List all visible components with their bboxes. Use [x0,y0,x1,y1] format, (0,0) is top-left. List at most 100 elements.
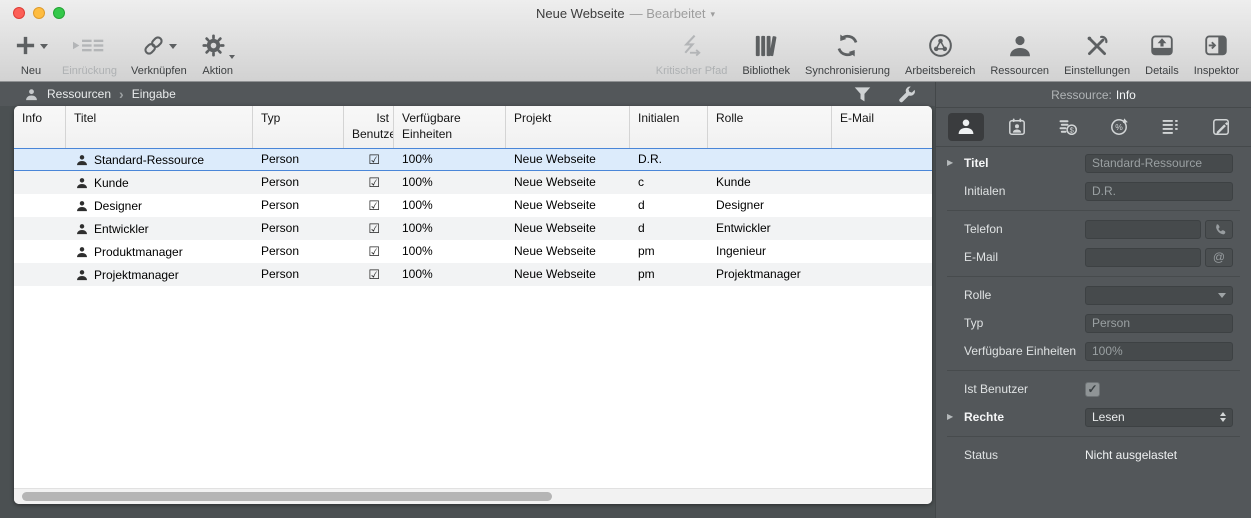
table-header: Info Titel Typ Ist Benutzer Verfügbare E… [14,106,932,148]
column-header-ist-benutzer[interactable]: Ist Benutzer [344,106,394,148]
column-header-info[interactable]: Info [14,106,66,148]
toolbar-inspektor-button[interactable]: Inspektor [1194,28,1239,81]
breadcrumb-chevron-icon: › [119,86,124,102]
field-row-rechte: ▶ Rechte Lesen [936,403,1251,431]
cell-titel-text: Kunde [94,176,129,190]
cell-projekt: Neue Webseite [506,171,630,194]
toolbar-aktion-button[interactable]: Aktion [201,28,235,81]
caret-down-icon [169,44,177,49]
cell-titel-text: Entwickler [94,222,149,236]
checkbox-checked-icon[interactable]: ☑ [368,217,380,240]
cell-ist-benutzer: ☑ [344,148,394,171]
cell-titel: Entwickler [66,217,253,240]
tab-resource-notes[interactable] [1203,113,1239,141]
checkbox-checked-icon[interactable]: ☑ [368,263,380,286]
cell-rolle: Entwickler [708,217,832,240]
table-row[interactable]: Standard-Ressource Person ☑ 100% Neue We… [14,148,932,171]
table-row[interactable]: Designer Person ☑ 100% Neue Webseite d D… [14,194,932,217]
toolbar-arbeitsbereich-button[interactable]: Arbeitsbereich [905,28,975,81]
table-row[interactable]: Projektmanager Person ☑ 100% Neue Websei… [14,263,932,286]
cell-ist-benutzer: ☑ [344,263,394,286]
breadcrumb-eingabe[interactable]: Eingabe [132,87,176,101]
tab-resource-utilization[interactable]: % [1101,113,1137,141]
cell-email [832,171,932,194]
cell-email [832,217,932,240]
toolbar-neu-button[interactable]: Neu [14,28,48,81]
toolbar-einrueckung-button[interactable]: Einrückung [62,28,117,81]
cell-typ: Person [253,263,344,286]
app-window: Neue Webseite — Bearbeitet ▾ Neu [0,0,1251,518]
cell-info [14,263,66,286]
toolbar-kritischer-pfad-button[interactable]: Kritischer Pfad [656,28,728,81]
filter-icon[interactable] [853,86,872,103]
horizontal-scrollbar [14,488,932,504]
resource-table-panel: Info Titel Typ Ist Benutzer Verfügbare E… [14,106,932,504]
inspector-header-title: Info [1116,88,1136,102]
tab-resource-costs[interactable]: $ [1050,113,1086,141]
at-button[interactable]: @ [1205,248,1233,267]
scrollbar-thumb[interactable] [22,492,552,501]
column-header-typ[interactable]: Typ [253,106,344,148]
cell-typ: Person [253,148,344,171]
email-field[interactable] [1085,248,1201,267]
list-icon [1160,117,1180,137]
cell-einheiten: 100% [394,240,506,263]
cell-projekt: Neue Webseite [506,217,630,240]
rolle-dropdown[interactable] [1085,286,1233,305]
column-header-initialen[interactable]: Initialen [630,106,708,148]
title-chevron-down-icon[interactable]: ▾ [711,9,716,20]
cell-email [832,194,932,217]
table-row[interactable]: Entwickler Person ☑ 100% Neue Webseite d… [14,217,932,240]
telefon-field[interactable] [1085,220,1201,239]
inspector-tabs: $ % [936,108,1251,147]
field-row-ist-benutzer: Ist Benutzer ✓ [936,375,1251,403]
checkbox-checked-icon[interactable]: ☑ [368,171,380,194]
rechte-dropdown[interactable]: Lesen [1085,408,1233,427]
cell-ist-benutzer: ☑ [344,217,394,240]
breadcrumb-ressourcen[interactable]: Ressourcen [47,87,111,101]
cell-email [832,240,932,263]
inspector-header: Ressource:Info [936,82,1251,108]
gear-icon [201,33,226,58]
column-header-rolle[interactable]: Rolle [708,106,832,148]
toolbar-synchronisierung-button[interactable]: Synchronisierung [805,28,890,81]
toolbar-bibliothek-button[interactable]: Bibliothek [742,28,790,81]
titlebar: Neue Webseite — Bearbeitet ▾ [0,0,1251,26]
disclosure-triangle-icon[interactable]: ▶ [947,158,953,167]
toolbar-verknuepfen-button[interactable]: Verknüpfen [131,28,187,81]
phone-button[interactable] [1205,220,1233,239]
toolbar-einstellungen-button[interactable]: Einstellungen [1064,28,1130,81]
table-row[interactable]: Produktmanager Person ☑ 100% Neue Websei… [14,240,932,263]
checkbox-checked-icon[interactable]: ☑ [368,148,380,171]
checkbox-checked-icon[interactable]: ☑ [368,240,380,263]
toolbar-details-button[interactable]: Details [1145,28,1179,81]
cell-initialen: pm [630,240,708,263]
cell-projekt: Neue Webseite [506,263,630,286]
field-row-verfuegbare-einheiten: Verfügbare Einheiten 100% [936,337,1251,365]
column-header-email[interactable]: E-Mail [832,106,932,148]
dropdown-caret-icon [1218,293,1226,298]
phone-icon [1213,223,1226,236]
table-row[interactable]: Kunde Person ☑ 100% Neue Webseite c Kund… [14,171,932,194]
toolbar-ressourcen-button[interactable]: Ressourcen [990,28,1049,81]
disclosure-triangle-icon[interactable]: ▶ [947,412,953,421]
titel-field[interactable]: Standard-Ressource [1085,154,1233,173]
tab-resource-calendar[interactable] [999,113,1035,141]
wrench-icon[interactable] [898,85,917,104]
cell-projekt: Neue Webseite [506,194,630,217]
column-header-verfuegbare-einheiten[interactable]: Verfügbare Einheiten [394,106,506,148]
column-header-titel[interactable]: Titel [66,106,253,148]
column-header-projekt[interactable]: Projekt [506,106,630,148]
field-row-initialen: Initialen D.R. [936,177,1251,205]
ist-benutzer-checkbox[interactable]: ✓ [1085,382,1100,397]
details-icon [1149,33,1175,58]
cell-einheiten: 100% [394,194,506,217]
tab-resource-info[interactable] [948,113,984,141]
typ-field[interactable]: Person [1085,314,1233,333]
einheiten-field[interactable]: 100% [1085,342,1233,361]
tab-resource-list[interactable] [1152,113,1188,141]
stepper-icon [1220,412,1226,422]
window-status: — Bearbeitet [630,6,706,21]
checkbox-checked-icon[interactable]: ☑ [368,194,380,217]
initialen-field[interactable]: D.R. [1085,182,1233,201]
